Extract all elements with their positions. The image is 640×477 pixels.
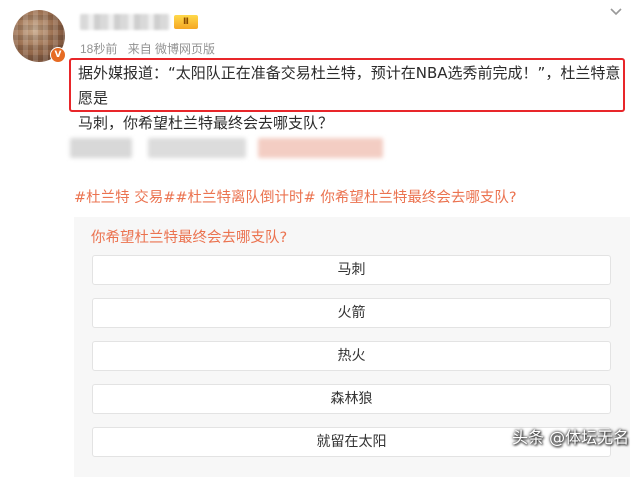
post-text-line-1: 据外媒报道：“太阳队正在准备交易杜兰特，预计在NBA选秀前完成！”，杜兰特意愿是 [78,64,621,107]
blurred-content [258,138,383,158]
topic-links[interactable]: #杜兰特 交易##杜兰特离队倒计时# 你希望杜兰特最终会去哪支队? [74,186,517,207]
post-source[interactable]: 来自 微博网页版 [128,42,215,56]
post-text-line-2: 马刺，你希望杜兰特最终会去哪支队？ [78,114,334,132]
post-meta: 18秒前 来自 微博网页版 [80,40,222,57]
poll-title: 你希望杜兰特最终会去哪支队? [91,230,288,246]
poll-option[interactable]: 火箭 [92,298,611,328]
poll-option[interactable]: 森林狼 [92,384,611,414]
blurred-content [148,138,246,158]
level-badge: Ⅱ [174,15,198,29]
poll-option[interactable]: 热火 [92,341,611,371]
username-blurred[interactable] [80,14,170,30]
post-text: 据外媒报道：“太阳队正在准备交易杜兰特，预计在NBA选秀前完成！”，杜兰特意愿是… [78,61,623,136]
blurred-content [70,138,132,158]
post-time: 18秒前 [80,42,118,56]
verified-badge-icon: V [50,47,66,63]
poll-option[interactable]: 马刺 [92,255,611,285]
watermark: 头条 @体坛无名 [512,428,630,447]
chevron-down-icon[interactable] [608,6,624,18]
